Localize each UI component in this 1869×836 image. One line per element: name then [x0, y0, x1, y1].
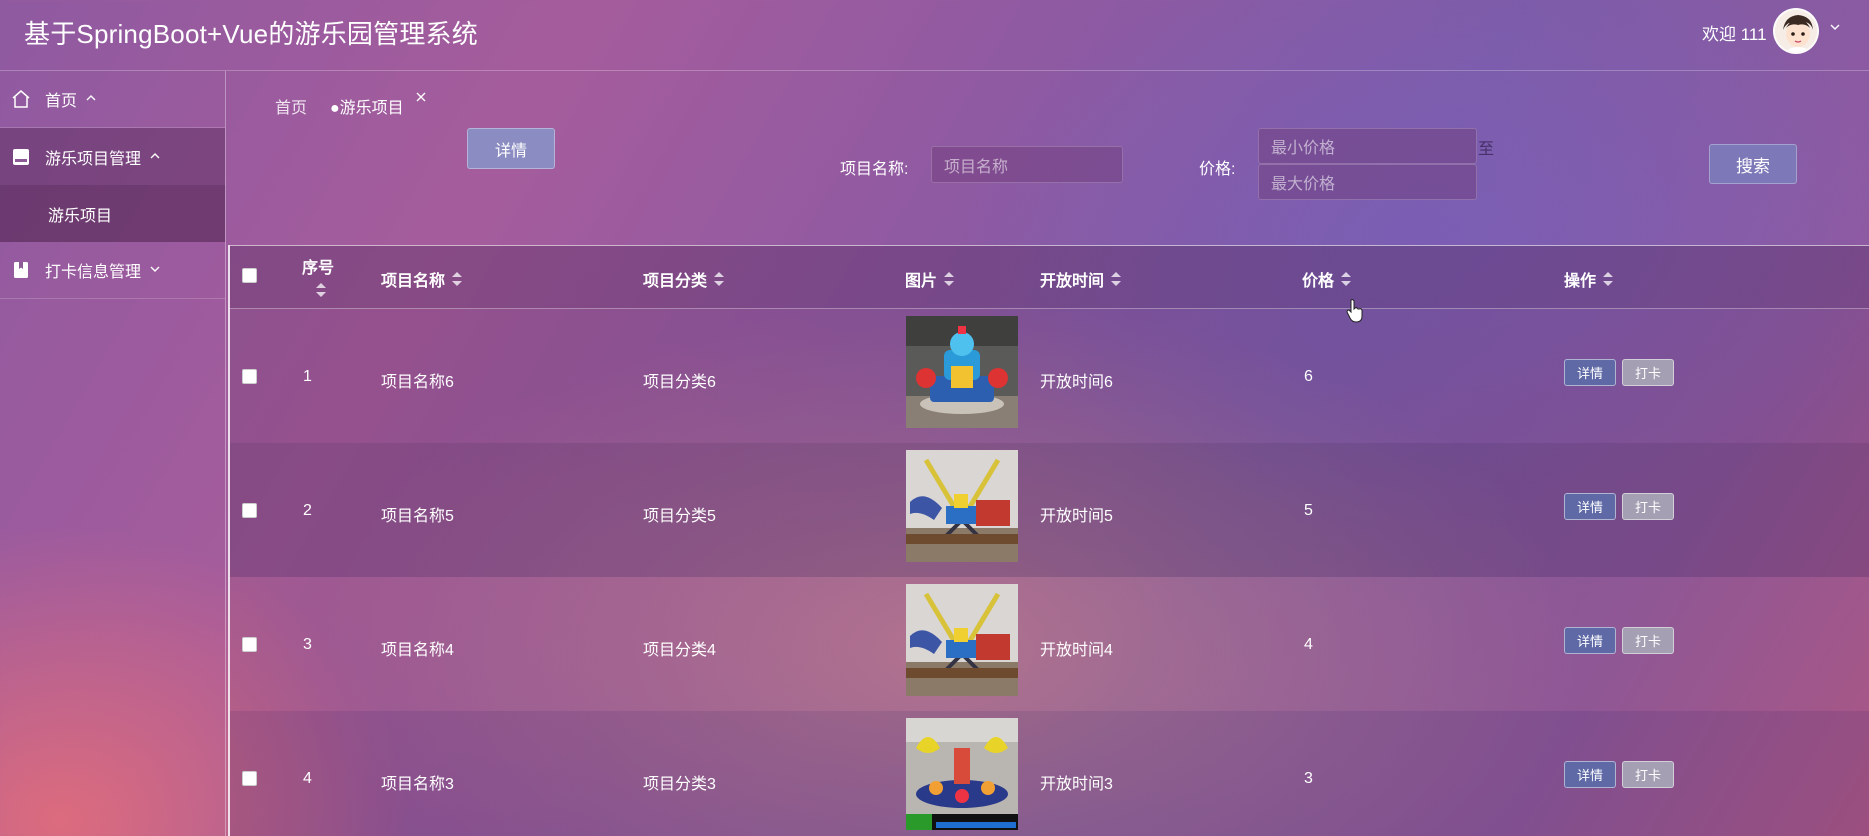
cell-index: 4 [303, 770, 312, 787]
row-detail-button[interactable]: 详情 [1564, 493, 1616, 520]
sidebar-item-ride-management[interactable]: 游乐项目管理 [0, 128, 225, 185]
sidebar-item-checkin-management[interactable]: 打卡信息管理 [0, 242, 225, 299]
cell-index: 2 [303, 502, 312, 519]
app-title: 基于SpringBoot+Vue的游乐园管理系统 [24, 19, 478, 49]
cell-name: 项目名称5 [381, 508, 454, 525]
sidebar-item-label: 游乐项目管理 [45, 150, 142, 168]
cell-open-time: 开放时间3 [1040, 776, 1113, 793]
row-detail-button[interactable]: 详情 [1564, 627, 1616, 654]
cell-category: 项目分类6 [643, 374, 716, 391]
ride-image [906, 584, 1018, 696]
sort-icon[interactable] [944, 272, 955, 286]
column-header-actions[interactable]: 操作 [1564, 267, 1614, 291]
column-header-index[interactable]: 序号 [302, 254, 334, 278]
top-bar: 基于SpringBoot+Vue的游乐园管理系统 欢迎 111 [0, 0, 1869, 71]
column-header-name[interactable]: 项目名称 [381, 267, 463, 291]
cell-price: 6 [1304, 368, 1313, 385]
cell-name: 项目名称4 [381, 642, 454, 659]
column-header-open-time[interactable]: 开放时间 [1040, 267, 1122, 291]
name-label: 项目名称: [840, 161, 909, 178]
cell-price: 5 [1304, 502, 1313, 519]
avatar[interactable] [1773, 8, 1819, 54]
price-label: 价格: [1199, 161, 1236, 178]
row-checkbox[interactable] [242, 637, 257, 652]
bookmark-icon [10, 259, 32, 281]
welcome-text: 欢迎 111 [1702, 25, 1767, 44]
table-row[interactable]: 2 项目名称5 项目分类5 开放时间5 5 详情 打卡 [230, 443, 1869, 577]
column-header-price[interactable]: 价格 [1302, 267, 1352, 291]
sort-icon[interactable] [1341, 272, 1352, 286]
sort-icon[interactable] [1111, 272, 1122, 286]
cell-name: 项目名称6 [381, 374, 454, 391]
min-price-input[interactable]: 最小价格 [1258, 128, 1477, 164]
cell-name: 项目名称3 [381, 776, 454, 793]
sidebar-item-label: 打卡信息管理 [45, 264, 142, 281]
sort-icon[interactable] [452, 272, 463, 286]
chevron-up-icon [85, 92, 97, 106]
row-checkin-button[interactable]: 打卡 [1622, 493, 1674, 520]
sort-icon[interactable] [316, 283, 326, 297]
rides-table: 序号 项目名称 项目分类 图片 开放时间 价格 操作 1 项目名称6 项目分类6 [228, 245, 1869, 836]
sidebar: 首页 游乐项目管理 游乐项目 打卡信息管理 [0, 71, 226, 836]
max-price-input[interactable]: 最大价格 [1258, 164, 1477, 200]
detail-button[interactable]: 详情 [467, 128, 555, 169]
tab-rides[interactable]: ●游乐项目 [330, 94, 404, 118]
row-detail-button[interactable]: 详情 [1564, 359, 1616, 386]
ride-image [906, 718, 1018, 830]
sidebar-subitem-rides[interactable]: 游乐项目 [0, 185, 225, 242]
ride-image [906, 316, 1018, 428]
cell-category: 项目分类3 [643, 776, 716, 793]
chevron-down-icon[interactable] [1829, 20, 1841, 36]
table-row[interactable]: 4 项目名称3 项目分类3 开放时间3 3 详情 打卡 [230, 711, 1869, 836]
sort-icon[interactable] [714, 272, 725, 286]
mouse-cursor-icon [1346, 298, 1364, 324]
cell-index: 1 [303, 368, 312, 385]
cell-category: 项目分类5 [643, 508, 716, 525]
row-checkin-button[interactable]: 打卡 [1622, 359, 1674, 386]
cell-price: 3 [1304, 770, 1313, 787]
row-checkbox[interactable] [242, 771, 257, 786]
ride-image [906, 450, 1018, 562]
chevron-up-icon [149, 150, 161, 164]
cell-index: 3 [303, 636, 312, 653]
range-to-text: 至 [1478, 141, 1495, 158]
cell-open-time: 开放时间4 [1040, 642, 1113, 659]
tab-home[interactable]: 首页 [275, 94, 307, 118]
folder-icon [10, 146, 32, 168]
sidebar-item-label: 首页 [45, 93, 78, 110]
search-button[interactable]: 搜索 [1709, 144, 1797, 184]
cell-open-time: 开放时间5 [1040, 508, 1113, 525]
sort-icon[interactable] [1603, 272, 1614, 286]
row-checkbox[interactable] [242, 503, 257, 518]
row-checkbox[interactable] [242, 369, 257, 384]
cell-price: 4 [1304, 636, 1313, 653]
avatar-face-icon [1775, 10, 1817, 52]
close-icon[interactable] [415, 90, 427, 108]
chevron-down-icon [149, 263, 161, 277]
row-checkin-button[interactable]: 打卡 [1622, 627, 1674, 654]
select-all-checkbox[interactable] [242, 268, 257, 283]
cell-category: 项目分类4 [643, 642, 716, 659]
sidebar-item-home[interactable]: 首页 [0, 71, 225, 128]
row-checkin-button[interactable]: 打卡 [1622, 761, 1674, 788]
name-search-input[interactable]: 项目名称 [931, 146, 1123, 183]
table-row[interactable]: 1 项目名称6 项目分类6 开放时间6 6 详情 打卡 [230, 309, 1869, 443]
column-header-image[interactable]: 图片 [905, 267, 955, 291]
table-header: 序号 项目名称 项目分类 图片 开放时间 价格 操作 [230, 245, 1869, 309]
table-row[interactable]: 3 项目名称4 项目分类4 开放时间4 4 详情 打卡 [230, 577, 1869, 711]
home-icon [10, 88, 32, 110]
row-detail-button[interactable]: 详情 [1564, 761, 1616, 788]
column-header-category[interactable]: 项目分类 [643, 267, 725, 291]
cell-open-time: 开放时间6 [1040, 374, 1113, 391]
